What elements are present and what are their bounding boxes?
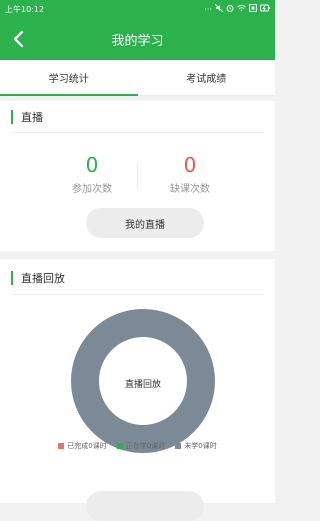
more-dots-icon: ··· — [204, 4, 212, 14]
page-title: 我的学习 — [111, 33, 164, 49]
legend-swatch — [175, 443, 182, 449]
section-divider — [11, 132, 264, 133]
status-time: 上午10:12 — [5, 4, 45, 14]
attend-count: 0 — [85, 153, 99, 177]
legend-label: 正在学0课时 — [125, 442, 166, 450]
legend-swatch — [58, 443, 65, 449]
live-section-title: 直播 — [21, 111, 43, 124]
replay-section-title: 直播回放 — [21, 272, 65, 285]
my-live-button[interactable]: 我的直播 — [86, 208, 204, 238]
legend-item-learning: 正在学0课时 — [116, 441, 166, 451]
legend-label: 未学0课时 — [184, 442, 217, 450]
replay-section-header: 直播回放 — [11, 270, 65, 286]
legend-item-unlearned: 未学0课时 — [175, 441, 217, 451]
status-bar: 上午10:12 ··· — [0, 0, 275, 18]
stat-divider — [137, 163, 138, 189]
legend-swatch — [116, 443, 123, 449]
back-arrow-icon[interactable] — [8, 28, 30, 50]
attend-label: 参加次数 — [72, 184, 112, 195]
attend-stat: 0 参加次数 — [42, 153, 142, 195]
tab-label: 考试成绩 — [186, 74, 227, 85]
section-divider — [11, 294, 264, 295]
status-icons: ··· — [204, 3, 270, 14]
alarm-icon — [226, 4, 234, 14]
sim-icon — [249, 4, 257, 14]
mute-icon — [214, 3, 224, 14]
absent-count: 0 — [183, 153, 197, 177]
legend-item-completed: 已完成0课时 — [58, 441, 107, 451]
live-card: 直播 0 参加次数 0 缺课次数 我的直播 — [0, 101, 275, 251]
battery-icon — [260, 4, 270, 14]
live-section-header: 直播 — [11, 109, 43, 125]
wifi-icon — [237, 4, 246, 14]
tab-exam-scores[interactable]: 考试成绩 — [138, 60, 276, 95]
legend-label: 已完成0课时 — [67, 442, 107, 450]
absent-label: 缺课次数 — [170, 184, 210, 195]
tab-study-stats[interactable]: 学习统计 — [0, 60, 138, 96]
section-accent-bar — [11, 271, 13, 285]
more-button[interactable] — [86, 491, 204, 521]
absent-stat: 0 缺课次数 — [140, 153, 240, 195]
app-bar: 我的学习 — [0, 18, 275, 60]
chart-legend: 已完成0课时 正在学0课时 未学0课时 — [0, 441, 275, 451]
tab-bar: 学习统计 考试成绩 — [0, 60, 275, 96]
donut-center-label: 直播回放 — [124, 380, 161, 390]
tab-label: 学习统计 — [48, 74, 89, 85]
section-accent-bar — [11, 110, 13, 124]
